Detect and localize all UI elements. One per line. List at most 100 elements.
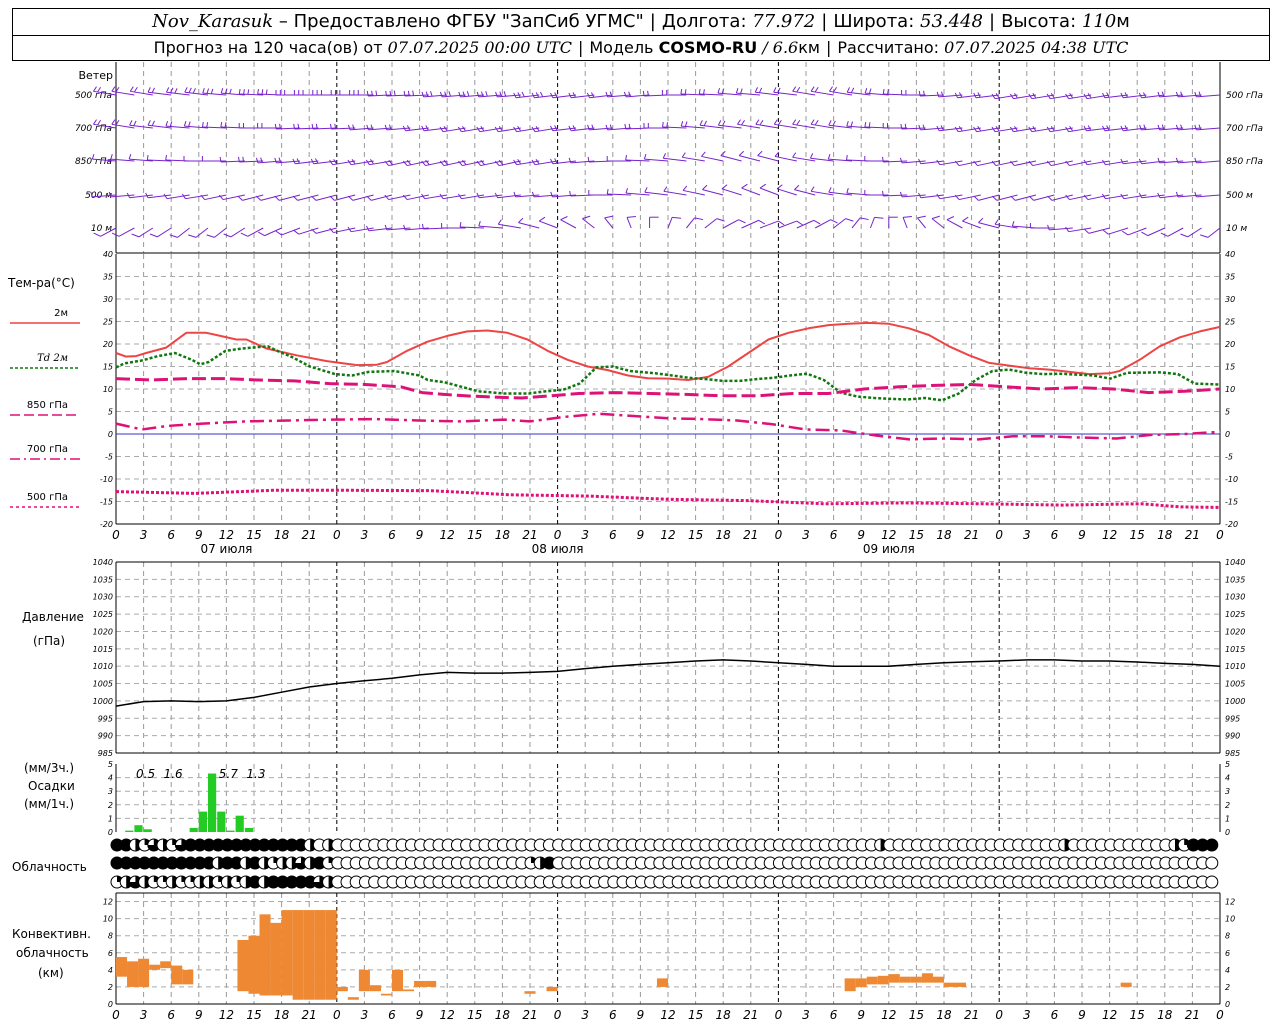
wind-barb-staff <box>701 155 724 162</box>
conv-xtick-label: 21 <box>964 1008 979 1022</box>
conv-bar <box>160 961 172 969</box>
wind-barb-flag <box>111 119 116 125</box>
wind-barb <box>741 219 766 229</box>
wind-barb <box>560 216 577 229</box>
wind-barb-flag <box>206 234 215 238</box>
precip-ytick-left: 1 <box>108 814 113 823</box>
wind-barb <box>864 121 889 129</box>
wind-barb <box>1200 227 1221 238</box>
wind-barb-flag <box>936 193 941 199</box>
wind-barb-flag <box>918 124 921 131</box>
conv-bar <box>877 975 889 985</box>
conv-bar <box>149 964 161 970</box>
wind-barb-flag <box>278 157 282 163</box>
wind-barb-flag <box>347 124 351 131</box>
wind-level-label-left: 10 м <box>91 224 112 234</box>
conv-xtick-label: 9 <box>195 1008 203 1022</box>
conv-bar <box>248 935 260 994</box>
conv-ytick-right: 8 <box>1225 932 1230 941</box>
wind-barb-flag <box>1200 234 1209 238</box>
temp-xtick-label: 6 <box>167 528 175 542</box>
wind-barb-staff <box>931 218 945 229</box>
precip-bar <box>244 827 253 832</box>
conv-xtick-label: 18 <box>716 1008 732 1022</box>
wind-barb <box>206 227 227 238</box>
wind-barb-flag <box>497 219 502 225</box>
wind-barb-flag <box>778 220 785 226</box>
temp-xtick-label: 6 <box>388 528 396 542</box>
conv-ytick-right: 0 <box>1225 1000 1230 1009</box>
wind-barb <box>111 119 135 129</box>
conv-xtick-label: 12 <box>440 1008 455 1022</box>
conv-xtick-label: 18 <box>936 1008 952 1022</box>
wind-barb-flag <box>129 120 133 126</box>
wind-barb-flag <box>237 195 243 201</box>
conv-ytick-right: 6 <box>1225 949 1230 958</box>
temp-xtick-label: 15 <box>467 528 482 542</box>
wind-barb-flag <box>759 119 764 126</box>
wind-barb-staff <box>977 160 1000 167</box>
wind-barb-flag <box>792 86 797 92</box>
wind-barb <box>667 216 682 229</box>
wind-barb-flag <box>832 120 836 126</box>
wind-barb <box>587 124 613 131</box>
conv-xtick-label: 3 <box>581 1008 589 1022</box>
precip-3h-label: 1.6 <box>164 767 183 781</box>
temp-ytick-left: 25 <box>103 318 113 327</box>
temp-ytick-right: 35 <box>1225 273 1235 282</box>
wind-barb-staff <box>667 217 673 229</box>
wind-barb-flag <box>663 186 668 192</box>
temp-ytick-right: 5 <box>1225 408 1230 417</box>
wind-barb-staff <box>741 219 759 229</box>
conv-xtick-label: 21 <box>743 1008 758 1022</box>
wind-level-label-left: 700 гПа <box>75 124 112 134</box>
wind-barb-flag <box>994 219 999 225</box>
wind-barb <box>720 150 742 162</box>
wind-barb-flag <box>151 120 155 126</box>
wind-barb-flag <box>243 89 245 95</box>
pressure-ytick-right: 995 <box>1225 714 1240 723</box>
precip-unit-top: (мм/3ч.) <box>24 761 74 775</box>
pressure-ytick-left: 990 <box>98 732 113 741</box>
conv-bar <box>314 910 326 1000</box>
wind-barb-staff <box>539 220 558 229</box>
wind-barb <box>201 156 227 162</box>
pressure-ytick-right: 985 <box>1225 749 1240 758</box>
wind-barb-flag <box>149 233 158 238</box>
pressure-ytick-left: 1005 <box>93 680 113 689</box>
wind-barb <box>1175 124 1202 131</box>
wind-barb <box>439 126 466 133</box>
wind-barb <box>220 121 245 129</box>
day-label: 09 июля <box>863 542 915 556</box>
conv-bar <box>281 910 293 996</box>
wind-barb <box>625 154 650 162</box>
wind-barb-staff <box>958 160 981 167</box>
wind-barb-flag <box>796 220 803 226</box>
conv-bar <box>910 976 922 983</box>
wind-barb-flag <box>722 120 726 126</box>
wind-barb-flag <box>609 124 613 130</box>
wind-barb <box>814 219 838 229</box>
wind-barb-staff <box>833 218 846 229</box>
day-label: 08 июля <box>532 542 584 556</box>
wind-barb-staff <box>118 227 135 237</box>
wind-barb-staff <box>686 217 695 229</box>
wind-barb <box>531 191 558 198</box>
wind-barb <box>1194 191 1221 198</box>
wind-barb-flag <box>954 126 959 132</box>
wind-barb <box>899 191 926 198</box>
wind-barb-flag <box>1047 224 1050 231</box>
wind-barb-flag <box>868 122 871 128</box>
conv-ytick-right: 4 <box>1225 966 1230 975</box>
wind-level-label-left: 500 гПа <box>75 91 112 101</box>
cloud-fill <box>1205 839 1218 851</box>
wind-barb-flag <box>1194 124 1197 131</box>
wind-barb-flag <box>684 89 687 95</box>
wind-barb-flag <box>606 188 609 195</box>
conv-bar <box>380 993 392 996</box>
wind-barb-flag <box>1198 124 1202 130</box>
wind-barb-flag <box>539 91 544 98</box>
wind-barb-staff <box>902 217 908 229</box>
conv-xtick-label: 9 <box>416 1008 424 1022</box>
wind-barb-flag <box>165 87 170 93</box>
